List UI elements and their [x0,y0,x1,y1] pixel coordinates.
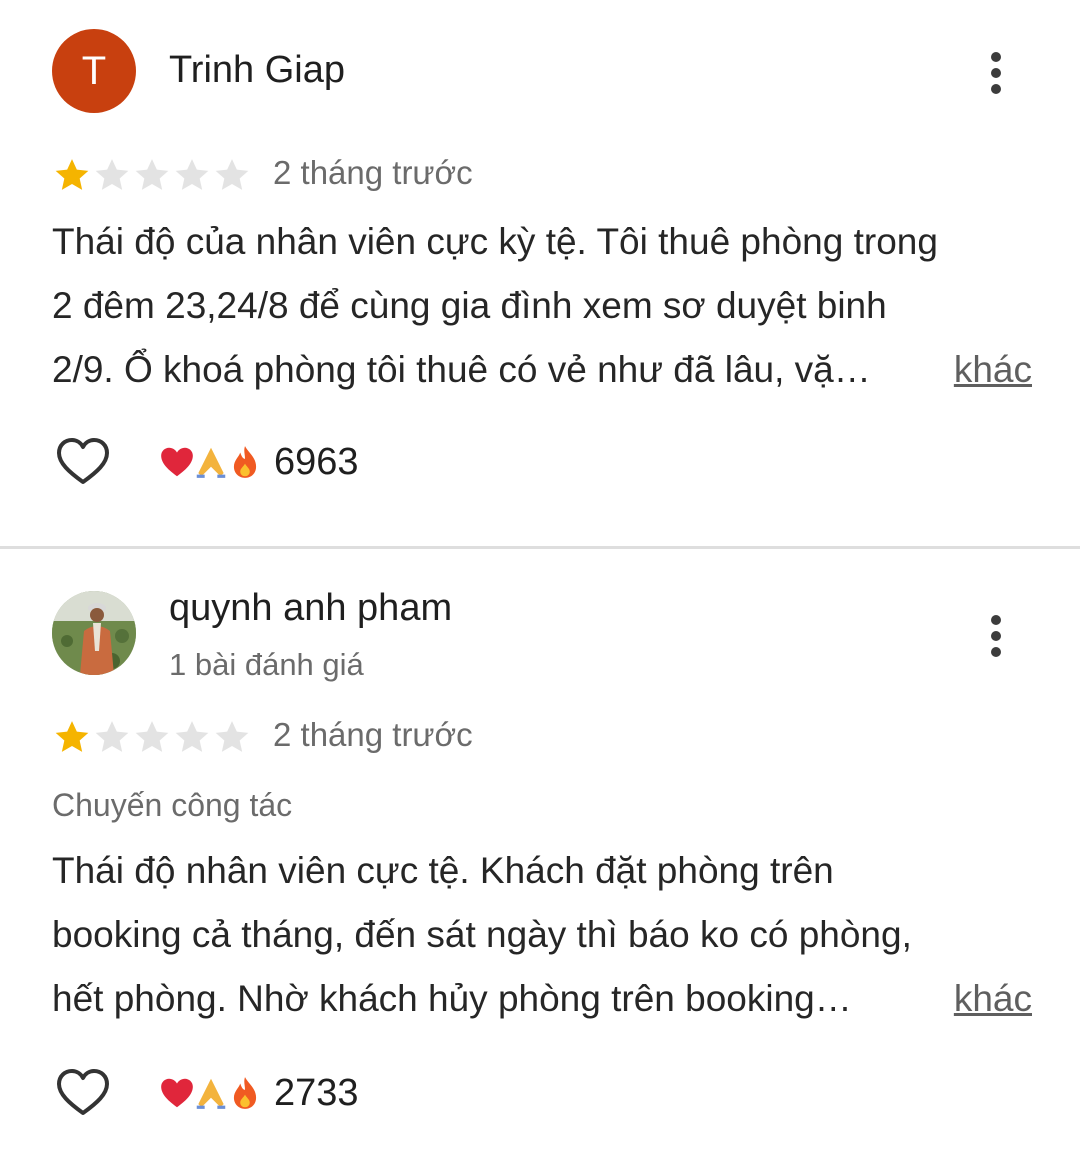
review-card: quynh anh pham 1 bài đánh giá 2 tháng tr… [0,549,1080,1166]
review-text-line: Thái độ nhân viên cực tệ. Khách đặt phòn… [52,850,834,891]
more-options-button[interactable] [984,52,1008,96]
red-heart-emoji [161,1078,193,1108]
reviewer-name[interactable]: quynh anh pham [169,587,452,630]
reaction-emojis[interactable] [158,437,260,487]
heart-outline-icon[interactable] [55,437,111,487]
red-heart-emoji [161,447,193,477]
star-empty-icon [215,159,249,190]
folded-hands-emoji [196,447,226,478]
star-empty-icon [175,721,209,752]
fire-emoji [233,1077,257,1109]
avatar[interactable] [52,591,136,675]
star-empty-icon [95,721,129,752]
more-vert-icon-dot [991,68,1001,78]
star-filled-icon [55,159,89,190]
star-empty-icon [135,721,169,752]
reaction-count: 2733 [274,1072,359,1114]
reviewer-review-count: 1 bài đánh giá [169,647,364,682]
review-time: 2 tháng trước [273,716,473,753]
folded-hands-emoji [196,1078,226,1109]
more-vert-icon [991,52,1001,62]
star-rating [52,717,252,757]
read-more-link[interactable]: khác [954,338,1032,402]
avatar[interactable]: T [52,29,136,113]
heart-outline-icon[interactable] [55,1068,111,1118]
star-empty-icon [175,159,209,190]
reaction-count: 6963 [274,441,359,483]
star-empty-icon [95,159,129,190]
review-text: Thái độ nhân viên cực tệ. Khách đặt phòn… [52,839,1032,1031]
trip-type: Chuyến công tác [52,787,293,823]
more-vert-icon-dot [991,631,1001,641]
review-text-line: Thái độ của nhân viên cực kỳ tệ. Tôi thu… [52,221,938,262]
reviewer-name[interactable]: Trinh Giap [169,49,345,92]
review-text-line: 2 đêm 23,24/8 để cùng gia đình xem sơ du… [52,285,887,326]
star-empty-icon [215,721,249,752]
review-text-line: booking cả tháng, đến sát ngày thì báo k… [52,914,912,955]
review-text-line: hết phòng. Nhờ khách hủy phòng trên book… [52,978,852,1019]
fire-emoji [233,446,257,478]
reaction-emojis[interactable] [158,1068,260,1118]
star-filled-icon [55,721,89,752]
avatar-photo-image [52,591,136,675]
star-rating [52,155,252,195]
star-empty-icon [135,159,169,190]
more-vert-icon-dot [991,84,1001,94]
more-vert-icon-dot [991,647,1001,657]
review-text-line: 2/9. Ổ khoá phòng tôi thuê có vẻ như đã … [52,349,871,390]
more-vert-icon [991,615,1001,625]
review-text: Thái độ của nhân viên cực kỳ tệ. Tôi thu… [52,210,1032,402]
review-time: 2 tháng trước [273,154,473,191]
read-more-link[interactable]: khác [954,967,1032,1031]
review-card: T Trinh Giap 2 tháng trước Thái độ của n… [0,0,1080,546]
more-options-button[interactable] [984,615,1008,659]
